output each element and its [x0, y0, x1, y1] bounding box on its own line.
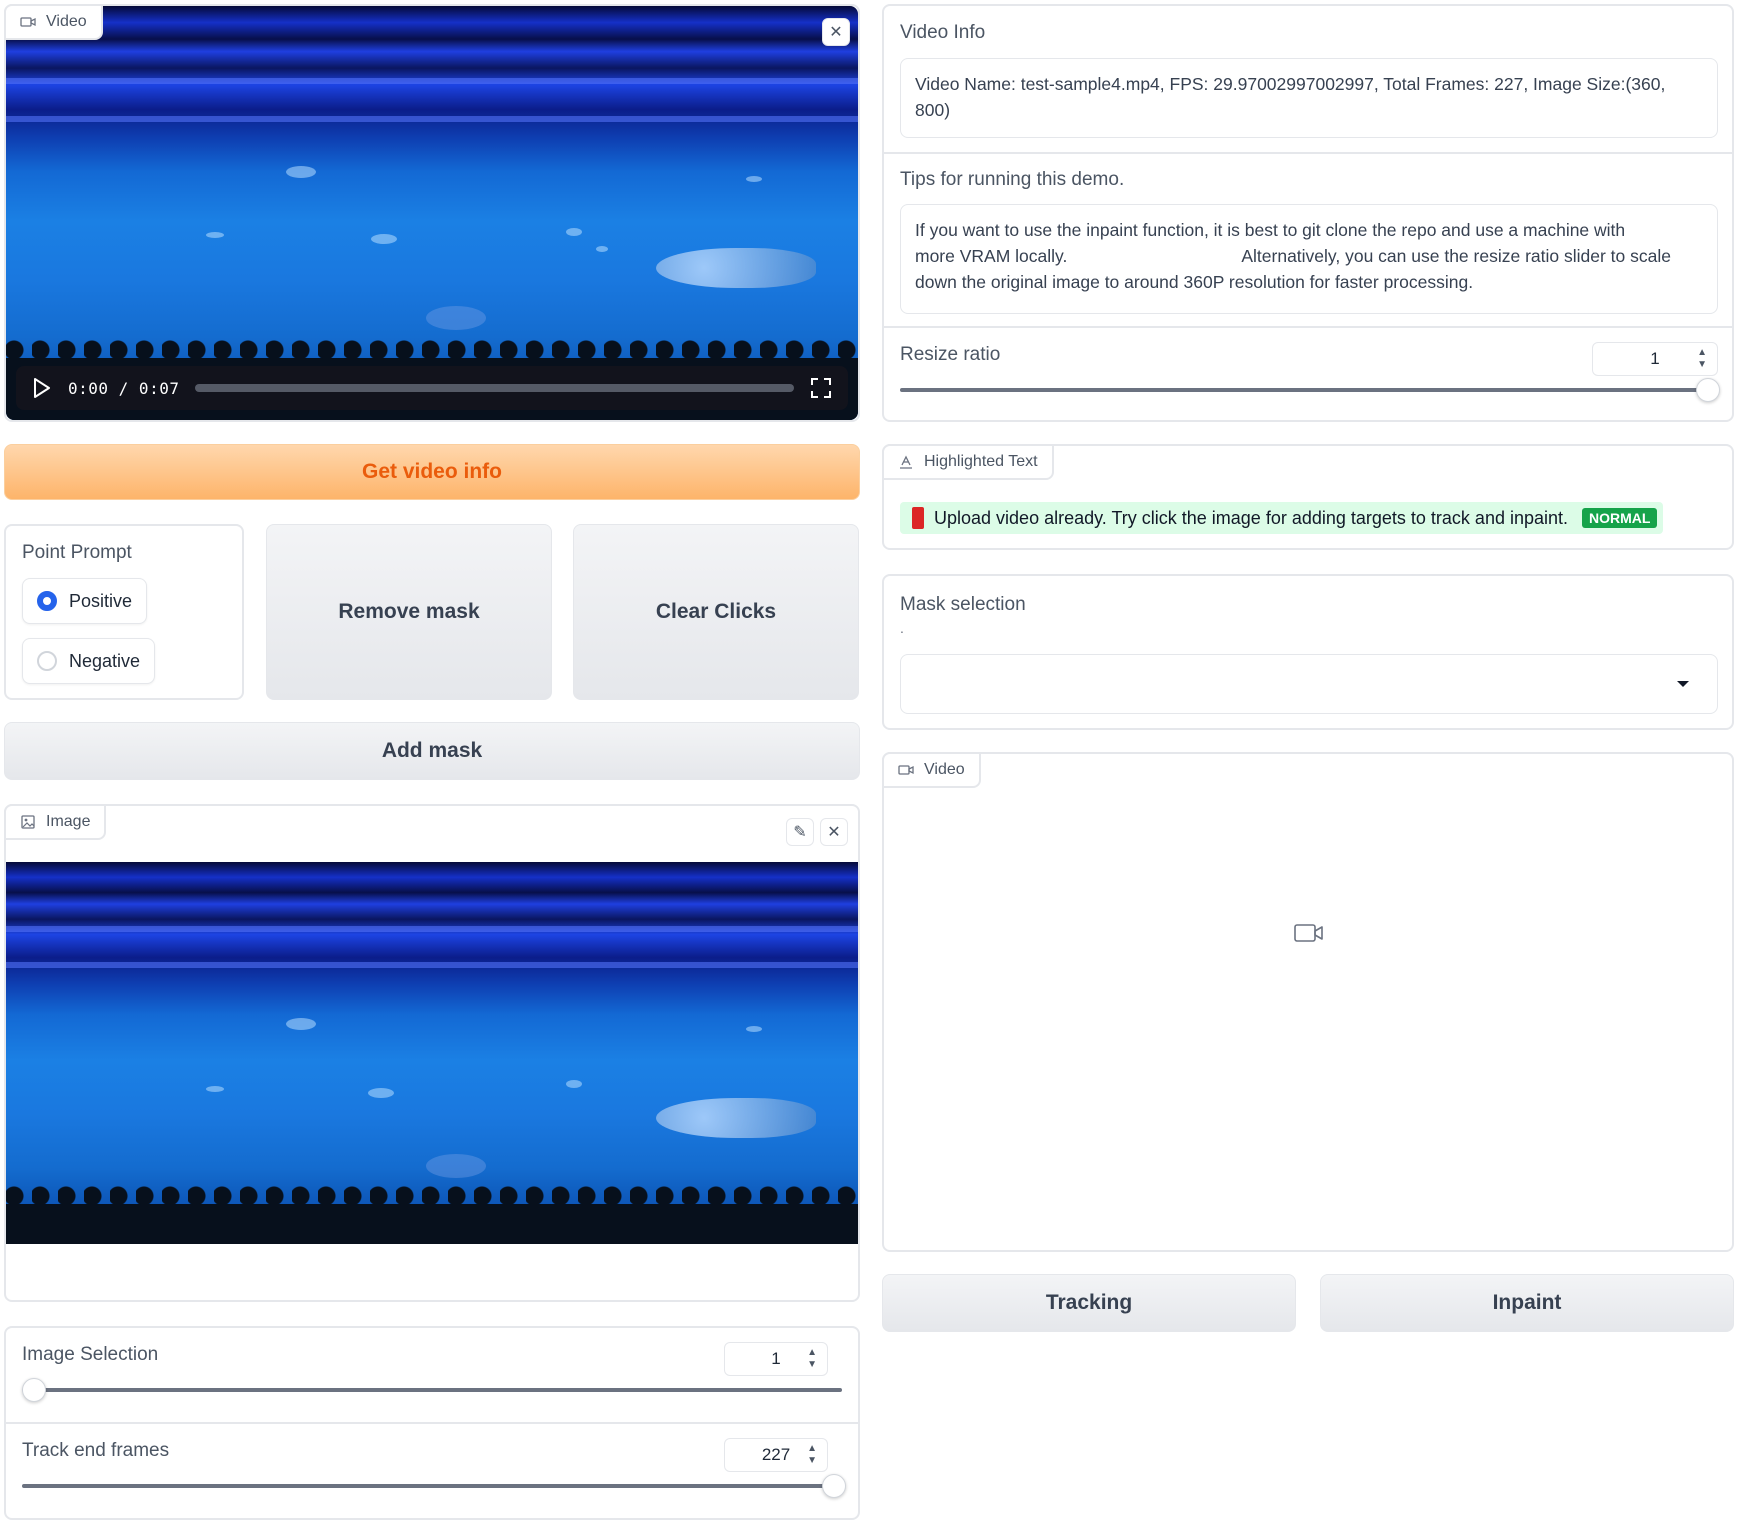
- video-progress-bar[interactable]: [195, 384, 794, 392]
- status-badge: NORMAL: [1582, 508, 1658, 528]
- radio-positive-label: Positive: [69, 590, 133, 611]
- video-info-label: Video Info: [900, 22, 986, 43]
- video-placeholder-icon: [1294, 924, 1323, 942]
- track-end-frames-value: 227: [761, 1445, 791, 1464]
- status-message: Upload video already. Try click the imag…: [934, 507, 1569, 528]
- image-selection-value: 1: [771, 1349, 781, 1368]
- divider: [6, 1422, 858, 1424]
- stepper-icon: ▲ ▼: [807, 1443, 817, 1466]
- resize-ratio-knob[interactable]: [1696, 378, 1720, 402]
- status-marker: [912, 507, 924, 529]
- mask-selection-info: .: [900, 620, 904, 636]
- radio-positive-dot: [37, 591, 57, 611]
- image-canvas[interactable]: [6, 862, 858, 1244]
- mask-selection-dropdown[interactable]: [900, 654, 1718, 714]
- tracking-button[interactable]: Tracking: [882, 1274, 1296, 1332]
- tips-line-3: down the original image to around 360P r…: [915, 272, 1474, 292]
- radio-negative[interactable]: Negative: [22, 638, 156, 684]
- image-selection-number[interactable]: 1 ▲ ▼: [724, 1342, 828, 1376]
- tips-label: Tips for running this demo.: [900, 169, 1125, 190]
- video-info-textbox[interactable]: Video Name: test-sample4.mp4, FPS: 29.97…: [900, 58, 1718, 138]
- image-selection-label: Image Selection: [22, 1344, 159, 1365]
- image-selection-slider[interactable]: [22, 1388, 842, 1392]
- divider: [884, 152, 1732, 154]
- radio-positive[interactable]: Positive: [22, 578, 148, 624]
- time-display: 0:00 / 0:07: [68, 378, 180, 398]
- resize-ratio-label: Resize ratio: [900, 344, 1001, 365]
- inpaint-button[interactable]: Inpaint: [1320, 1274, 1734, 1332]
- mask-selection-label: Mask selection: [900, 594, 1026, 615]
- video-output-tag-label: Video: [924, 761, 965, 778]
- point-prompt-label: Point Prompt: [22, 542, 132, 563]
- track-end-frames-slider[interactable]: [22, 1484, 842, 1488]
- resize-ratio-number[interactable]: 1 ▲ ▼: [1592, 342, 1718, 376]
- divider: [884, 326, 1732, 328]
- frame-sliders-panel: Image Selection 1 ▲ ▼ Track end frames 22…: [4, 1326, 860, 1520]
- resize-ratio-value: 1: [1650, 349, 1660, 368]
- add-mask-button[interactable]: Add mask: [4, 722, 860, 780]
- stepper-icon: ▲ ▼: [807, 1347, 817, 1370]
- stepper-icon: ▲ ▼: [1697, 347, 1707, 370]
- close-icon: ✕: [829, 24, 843, 41]
- track-end-frames-knob[interactable]: [822, 1474, 846, 1498]
- dropdown-arrow-icon: [1677, 681, 1689, 687]
- track-end-frames-label: Track end frames: [22, 1440, 170, 1461]
- video-frame[interactable]: 0:00 / 0:07: [6, 6, 858, 420]
- tips-line-2a: more VRAM locally.: [915, 246, 1068, 266]
- remove-mask-button[interactable]: Remove mask: [266, 524, 552, 700]
- play-icon[interactable]: [32, 377, 52, 399]
- highlighted-text-tag-label: Highlighted Text: [924, 453, 1038, 470]
- close-icon: ✕: [827, 824, 841, 841]
- text-highlight-icon: [900, 455, 912, 469]
- clear-image-button[interactable]: ✕: [820, 818, 848, 846]
- fullscreen-icon[interactable]: [810, 377, 832, 399]
- info-panel: Video Info Video Name: test-sample4.mp4,…: [882, 4, 1734, 422]
- resize-ratio-slider[interactable]: [900, 388, 1716, 392]
- video-controls: 0:00 / 0:07: [16, 366, 848, 410]
- track-end-frames-number[interactable]: 227 ▲ ▼: [724, 1438, 828, 1472]
- video-camera-icon: [20, 17, 36, 27]
- image-panel: Image ✎ ✕: [4, 804, 860, 1302]
- pencil-icon: ✎: [793, 824, 807, 841]
- video-tag-label: Video: [46, 13, 87, 30]
- video-camera-icon: [898, 765, 914, 775]
- video-output-panel: Video: [882, 752, 1734, 1252]
- close-video-button[interactable]: ✕: [822, 18, 850, 46]
- image-selection-knob[interactable]: [22, 1378, 46, 1402]
- image-icon: [21, 815, 35, 829]
- video-input-panel: 0:00 / 0:07 Video ✕: [4, 4, 860, 422]
- video-output-tag: Video: [882, 752, 981, 788]
- highlighted-text-panel: Highlighted Text Upload video already. T…: [882, 444, 1734, 550]
- radio-negative-dot: [37, 651, 57, 671]
- clear-clicks-button[interactable]: Clear Clicks: [573, 524, 859, 700]
- tips-textbox[interactable]: If you want to use the inpaint function,…: [900, 204, 1718, 314]
- tips-line-1: If you want to use the inpaint function,…: [915, 220, 1626, 240]
- point-prompt-group: Point Prompt Positive Negative: [4, 524, 244, 700]
- video-tag: Video: [4, 4, 103, 40]
- image-tag: Image: [4, 804, 107, 840]
- highlighted-token: Upload video already. Try click the imag…: [900, 502, 1664, 534]
- edit-image-button[interactable]: ✎: [786, 818, 814, 846]
- tips-line-2: more VRAM locally. Alternatively, you can…: [915, 243, 1703, 269]
- mask-selection-panel: Mask selection .: [882, 574, 1734, 730]
- radio-negative-label: Negative: [69, 650, 141, 671]
- image-tag-label: Image: [46, 813, 91, 830]
- highlighted-text-tag: Highlighted Text: [882, 444, 1054, 480]
- tips-line-2b: Alternatively, you can use the resize ra…: [1241, 246, 1671, 266]
- get-video-info-button[interactable]: Get video info: [4, 444, 860, 500]
